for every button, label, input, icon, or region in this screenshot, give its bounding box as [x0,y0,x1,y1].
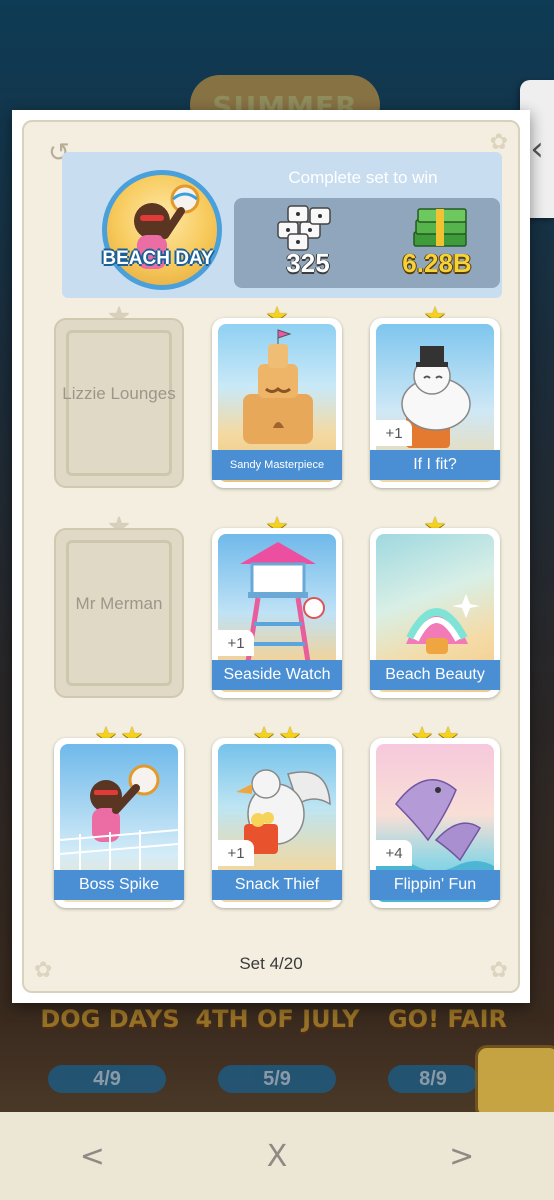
card-name: Mr Merman [75,594,163,613]
album-page: ↺ ✿ ✿ ✿ BEACH DAY Complete set to win 32… [22,120,520,993]
card-name: Seaside Watch [212,660,342,690]
card-frame: Beach Beauty [370,528,500,698]
card-frame: Snack Thief +1 [212,738,342,908]
card-frame: Flippin' Fun +4 [370,738,500,908]
duplicate-count-badge: +1 [376,420,412,446]
bg-set-progress: 4/9 [48,1065,166,1093]
card-name: Sandy Masterpiece [212,450,342,480]
card[interactable]: ★ If I fit? +1 [370,304,500,488]
album-panel: ↺ ✿ ✿ ✿ BEACH DAY Complete set to win 32… [12,110,530,1003]
card[interactable]: ★ Seaside Watch +1 [212,514,342,698]
rewards-box: 325 6.28B [234,198,500,288]
locked-card-border [66,540,172,686]
card-slot[interactable]: ★ Mr Merman [54,514,184,698]
card[interactable]: ★ ★ Snack Thief +1 [212,724,342,908]
next-set-button[interactable]: > [427,1131,497,1181]
set-badge-art [102,170,222,290]
reward-title: Complete set to win [288,168,438,187]
locked-card: Lizzie Lounges [54,318,184,488]
card-name: If I fit? [370,450,500,480]
set-badge: BEACH DAY [90,158,226,294]
cash-stack-icon [413,208,467,247]
previous-set-button[interactable]: < [57,1131,127,1181]
dice-icon [277,205,331,251]
bottom-navigation: < X > [0,1112,554,1200]
bg-set-name[interactable]: DOG DAYS [30,1005,190,1033]
reward-cash-value: 6.28B [402,248,472,278]
bg-set-name[interactable]: 4TH OF JULY [190,1005,365,1033]
card[interactable]: ★ Beach Beauty [370,514,500,698]
card[interactable]: ★ ★ Flippin' Fun +4 [370,724,500,908]
duplicate-count-badge: +1 [218,840,254,866]
card[interactable]: ★ Sandy Masterpiece [212,304,342,488]
card-frame: If I fit? +1 [370,318,500,488]
card-frame: Sandy Masterpiece [212,318,342,488]
card-name: Flippin' Fun [370,870,500,900]
card[interactable]: ★ ★ Boss Spike [54,724,184,908]
chevron-left-icon: ‹ [530,129,544,169]
card-name: Beach Beauty [370,660,500,690]
duplicate-count-badge: +1 [218,630,254,656]
bg-set-name[interactable]: GO! FAIR [375,1005,520,1033]
set-counter: Set 4/20 [239,954,303,973]
close-button[interactable]: X [242,1131,312,1181]
duplicate-count-badge: +4 [376,840,412,866]
album-icon[interactable] [475,1045,554,1119]
card-frame: Boss Spike [54,738,184,908]
locked-card-border [66,330,172,476]
locked-card: Mr Merman [54,528,184,698]
bg-set-progress: 8/9 [388,1065,478,1093]
card-name: Boss Spike [54,870,184,900]
card-slot[interactable]: ★ Lizzie Lounges [54,304,184,488]
set-header: BEACH DAY Complete set to win 325 6.28B [62,152,502,298]
set-name: BEACH DAY [102,248,214,269]
bg-set-progress: 5/9 [218,1065,336,1093]
card-frame: Seaside Watch +1 [212,528,342,698]
card-name: Snack Thief [212,870,342,900]
card-name: Lizzie Lounges [62,384,176,403]
reward-dice-value: 325 [286,248,330,278]
